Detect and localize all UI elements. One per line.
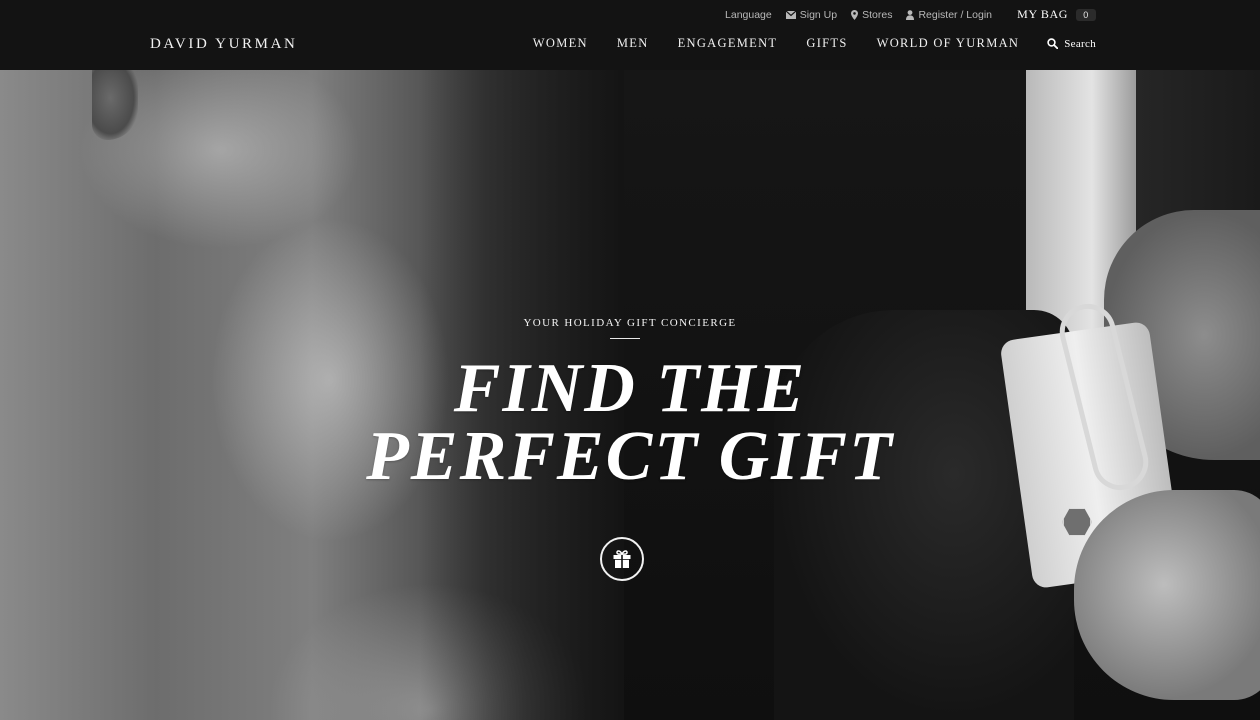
nav-item-engagement[interactable]: ENGAGEMENT bbox=[678, 36, 778, 51]
my-bag-button[interactable]: MY BAG 0 bbox=[1017, 7, 1096, 22]
gift-concierge-button[interactable] bbox=[600, 537, 644, 581]
hero-image-men bbox=[624, 70, 1260, 720]
my-bag-label: MY BAG bbox=[1017, 7, 1068, 21]
adjusting-hand-shape bbox=[1074, 490, 1260, 700]
map-pin-icon bbox=[851, 10, 859, 20]
hero-image-women bbox=[0, 70, 630, 720]
register-login-label: Register / Login bbox=[918, 9, 992, 21]
nav-item-men[interactable]: MEN bbox=[617, 36, 649, 51]
search-button[interactable]: Search bbox=[1047, 38, 1096, 50]
nav-item-women[interactable]: WOMEN bbox=[533, 36, 588, 51]
language-link[interactable]: Language bbox=[725, 9, 772, 21]
hero-banner[interactable]: YOUR HOLIDAY GIFT CONCIERGE FIND THE PER… bbox=[0, 70, 1260, 720]
search-icon bbox=[1047, 38, 1059, 49]
sign-up-link[interactable]: Sign Up bbox=[785, 9, 838, 21]
hair-shadow bbox=[420, 70, 630, 720]
site-header: DAVID YURMAN Language Sign Up Stores Reg… bbox=[0, 0, 1260, 70]
nav-item-world-of-yurman[interactable]: WORLD OF YURMAN bbox=[877, 36, 1020, 51]
utility-bar: Language Sign Up Stores Register / Login bbox=[725, 8, 992, 22]
bag-count-badge: 0 bbox=[1076, 8, 1096, 21]
gift-icon bbox=[613, 550, 631, 568]
search-label: Search bbox=[1064, 37, 1096, 50]
stores-link[interactable]: Stores bbox=[851, 9, 892, 21]
brand-logo[interactable]: DAVID YURMAN bbox=[150, 36, 297, 53]
sign-up-label: Sign Up bbox=[799, 9, 838, 21]
language-label: Language bbox=[725, 9, 772, 21]
user-icon bbox=[906, 10, 915, 20]
main-nav: WOMEN MEN ENGAGEMENT GIFTS WORLD OF YURM… bbox=[504, 36, 1096, 51]
stores-label: Stores bbox=[862, 9, 893, 21]
register-login-link[interactable]: Register / Login bbox=[906, 9, 992, 21]
nav-item-gifts[interactable]: GIFTS bbox=[806, 36, 847, 51]
model-face-shape bbox=[92, 70, 138, 140]
envelope-icon bbox=[785, 11, 796, 19]
